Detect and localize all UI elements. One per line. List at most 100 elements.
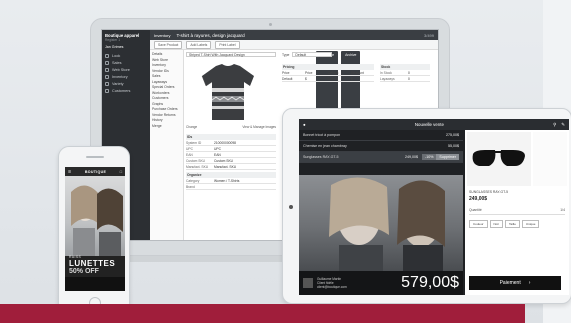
sidebar-item-variety[interactable]: Variety <box>105 80 147 87</box>
row-label: In Stock <box>380 70 392 75</box>
row-label: Custom SKU <box>186 158 206 163</box>
home-button[interactable] <box>289 205 293 209</box>
section-list: Details Web Store Inventory Vendor IDs S… <box>150 50 184 240</box>
tablet-device: ● Nouvelle vente ⚲ ✎ Bonnet tricot à pom… <box>282 108 571 304</box>
item-label: Chemise en jean chambray <box>303 144 347 148</box>
phone-bottom-bar <box>65 277 125 291</box>
chevron-right-icon: › <box>528 280 531 286</box>
stock-table: Stock In Stock 0 Layaways 0 <box>380 62 430 82</box>
hero-photo <box>65 176 125 256</box>
row-label: Layaways <box>380 76 395 81</box>
currency-symbol: $ <box>305 76 307 81</box>
ids-table: IDs System ID 210000000098 UPC UPC EAN EAN … <box>186 132 276 190</box>
box-icon <box>105 74 109 79</box>
change-image-link[interactable]: Change <box>186 125 197 129</box>
payment-button[interactable]: Paiement › <box>469 276 561 290</box>
type-select[interactable]: Default <box>292 52 333 57</box>
app-topbar: Inventory T-shirt à rayures, design jacq… <box>150 30 438 40</box>
sidebar-item-customers[interactable]: Customers <box>105 87 147 94</box>
sweater-image <box>201 64 254 120</box>
add-labels-button[interactable]: Add Labels <box>186 40 212 49</box>
column-header: Default <box>328 70 339 75</box>
cart-icon[interactable]: □ <box>120 170 122 174</box>
edit-icon[interactable]: ✎ <box>561 122 565 128</box>
row-value[interactable]: Women / T-Shirts <box>214 179 239 183</box>
phone-speaker <box>86 156 104 158</box>
row-value[interactable]: EAN <box>214 153 221 157</box>
menu-icon[interactable]: ☰ <box>68 170 71 174</box>
row-value: 0 <box>408 70 410 75</box>
quantity-field[interactable]: Quantité 1/4 <box>469 208 565 215</box>
sidebar-item-label: Inventory <box>112 74 128 79</box>
drop-icon[interactable]: ● <box>303 122 306 127</box>
row-label: Brand <box>186 184 195 189</box>
row-label: EAN <box>186 152 193 157</box>
product-name-field[interactable]: Striped T-Shirt With Jacquard Design <box>186 52 276 57</box>
quantity-label: Quantité <box>469 208 482 212</box>
cart-item[interactable]: Chemise en jean chambray 55,00$ <box>299 141 463 152</box>
sidebar-item-label: Look <box>112 53 121 58</box>
table-row: Layaways 0 <box>380 76 430 82</box>
tag-icon <box>105 60 109 65</box>
sale-total: 579,00$ <box>401 274 459 291</box>
sidebar-item-sales[interactable]: Sales <box>105 59 147 66</box>
save-product-button[interactable]: Save Product <box>154 40 183 49</box>
row-label: Category <box>186 178 200 183</box>
variant-chip[interactable]: Couleur <box>469 220 488 228</box>
sidebar-item-inventory[interactable]: Inventory <box>105 73 147 80</box>
discount-button[interactable]: -10% <box>422 154 437 160</box>
store-logo[interactable]: BOUTIQUE <box>85 170 106 174</box>
search-icon[interactable]: ⚲ <box>553 122 556 128</box>
sidebar-item-label: Web Store <box>112 67 130 72</box>
register-name: Register 1 <box>105 38 121 42</box>
print-label-button[interactable]: Print Label <box>215 40 240 49</box>
type-label: Type <box>282 52 290 57</box>
promo-text: RAISS LUNETTES 50% OFF <box>69 255 123 276</box>
breadcrumb[interactable]: Inventory <box>154 33 170 38</box>
variant-chips: Couleur Noir Taille Unique <box>469 220 559 228</box>
cart-item[interactable]: Bonnet tricot à pompon 275,00$ <box>299 130 463 141</box>
sale-footer: Guillaume Martin Client fidèle client@bo… <box>299 271 463 295</box>
sidebar-item-label: Sales <box>112 60 122 65</box>
row-value[interactable]: Manufact. SKU <box>214 165 236 169</box>
sidebar-item-label: Customers <box>112 88 131 93</box>
layers-icon <box>105 81 109 86</box>
remove-button[interactable]: Supprimer <box>436 154 459 160</box>
row-value[interactable]: UPC <box>214 147 221 151</box>
section-item[interactable]: Merge <box>152 124 181 130</box>
camera-dot <box>269 23 272 26</box>
sidebar-item-look[interactable]: Look <box>105 52 147 59</box>
phone-header: ☰ BOUTIQUE □ <box>65 167 125 176</box>
product-name: SUNGLASSES RAY-GT-5 <box>469 190 509 194</box>
phone-screen: ☰ BOUTIQUE □ RAISS LUNETTES 50% OFF <box>65 167 125 291</box>
manage-images-link[interactable]: View & Manage Images <box>242 125 276 129</box>
row-value: 0 <box>408 76 410 81</box>
section-item[interactable]: Purchase Orders <box>152 107 181 113</box>
item-label: Bonnet tricot à pompon <box>303 133 341 137</box>
variant-chip[interactable]: Unique <box>521 220 540 228</box>
row-label: System ID <box>186 140 202 145</box>
product-price: 249,00$ <box>469 196 488 202</box>
row-value[interactable]: 210000000098 <box>214 141 236 145</box>
sidebar-item-web-store[interactable]: Web Store <box>105 66 147 73</box>
tablet-screen: ● Nouvelle vente ⚲ ✎ Bonnet tricot à pom… <box>299 119 569 295</box>
variant-chip[interactable]: Noir <box>489 220 504 228</box>
cart-item-selected[interactable]: Sunglasses RAY-GT-5 249,00$ -10% Supprim… <box>299 152 463 163</box>
discount-input[interactable]: $ <box>351 77 374 81</box>
brand-band <box>0 304 525 323</box>
sale-title: Nouvelle vente <box>414 122 444 127</box>
price-input[interactable]: 125.00 <box>328 77 351 81</box>
cart-list: Bonnet tricot à pompon 275,00$ Chemise e… <box>299 130 463 163</box>
product-thumbnail[interactable] <box>533 132 567 186</box>
model-photo <box>299 175 463 271</box>
payment-label: Paiement <box>499 280 521 286</box>
toolbar: Save Product Add Labels Print Label Dupl… <box>150 40 438 216</box>
product-detail-panel: SUNGLASSES RAY-GT-5 249,00$ Quantité 1/4… <box>465 130 569 295</box>
item-price: 249,00$ <box>405 155 419 159</box>
variant-chip[interactable]: Taille <box>505 220 520 228</box>
product-image <box>467 132 531 186</box>
column-header: Price <box>282 70 290 75</box>
user-name[interactable]: Jan Grimes <box>105 45 147 49</box>
row-value[interactable]: Custom SKU <box>214 159 233 163</box>
customer-avatar[interactable] <box>303 278 313 288</box>
